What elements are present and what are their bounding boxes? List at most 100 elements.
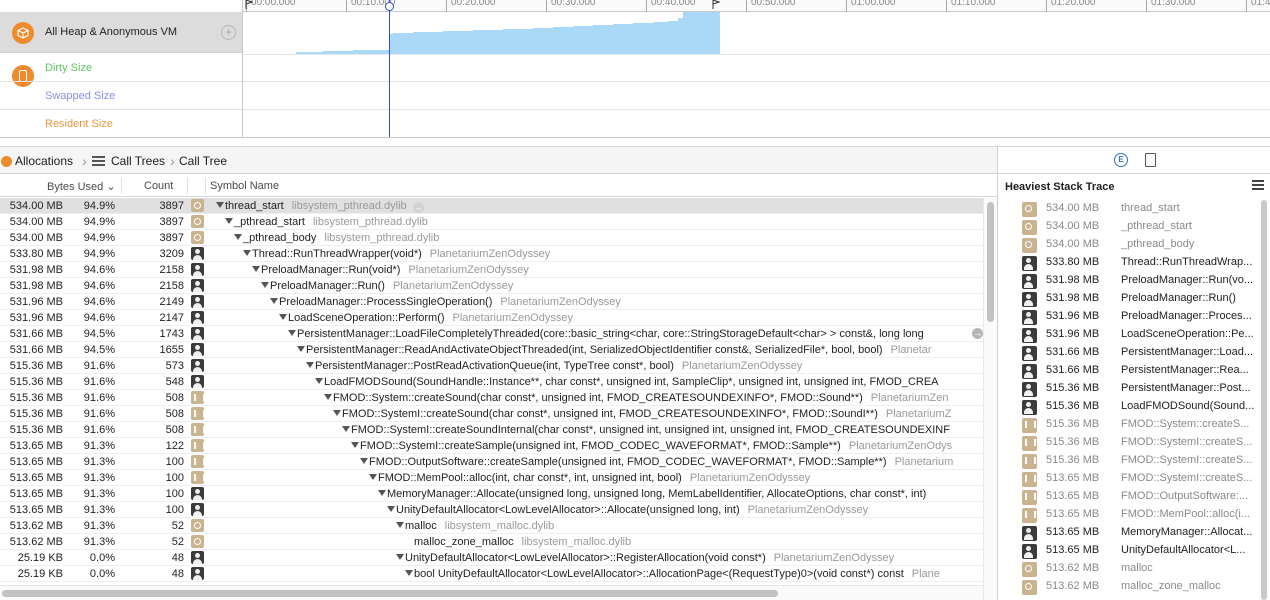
stack-frame[interactable]: 515.36 MB FMOD::SystemI::createS... — [998, 452, 1270, 470]
table-row[interactable]: 531.66 MB 94.5% 1655 PersistentManager::Rea… — [0, 342, 983, 358]
vm-tracker-icon — [12, 65, 34, 87]
percent-cell: 94.6% — [83, 312, 115, 324]
stack-options-icon[interactable] — [1252, 180, 1264, 192]
playhead[interactable] — [389, 0, 390, 147]
stack-frame[interactable]: 515.36 MB FMOD::SystemI::createS... — [998, 434, 1270, 452]
stack-frame[interactable]: 513.65 MB FMOD::MemPool::alloc(i... — [998, 506, 1270, 524]
table-row[interactable]: 513.65 MB 91.3% 100 MemoryManager::Allocate… — [0, 486, 983, 502]
disclosure-triangle-icon[interactable] — [315, 378, 323, 384]
disclosure-triangle-icon[interactable] — [252, 266, 260, 272]
disclosure-triangle-icon[interactable] — [297, 346, 305, 352]
disclosure-triangle-icon[interactable] — [279, 314, 287, 320]
stack-frame[interactable]: 513.62 MB malloc_zone_malloc — [998, 578, 1270, 596]
table-row[interactable]: 531.96 MB 94.6% 2147 LoadSceneOperation::Pe… — [0, 310, 983, 326]
stack-frame[interactable]: 534.00 MB _pthread_body — [998, 236, 1270, 254]
disclosure-triangle-icon[interactable] — [342, 426, 350, 432]
table-row[interactable]: 25.19 KB 0.0% 48 bool UnityDefaultAllocator… — [0, 566, 983, 582]
stack-frame[interactable]: 515.36 MB LoadFMODSound(Sound... — [998, 398, 1270, 416]
stack-frame[interactable]: 531.96 MB PreloadManager::Proces... — [998, 308, 1270, 326]
table-row[interactable]: 515.36 MB 91.6% 508 FMOD::System::createSou… — [0, 390, 983, 406]
stack-frame[interactable]: 531.66 MB PersistentManager::Rea... — [998, 362, 1270, 380]
disclosure-triangle-icon[interactable] — [225, 218, 233, 224]
timeline[interactable]: 00:00.000 00:10.000 00:20.000 00:30.000 00:4… — [243, 0, 1270, 147]
document-tab-icon[interactable] — [1145, 153, 1156, 167]
vertical-scrollbar[interactable] — [983, 198, 997, 600]
percent-cell: 91.3% — [83, 456, 115, 468]
stack-frame[interactable]: 513.65 MB FMOD::SystemI::createS... — [998, 470, 1270, 488]
disclosure-triangle-icon[interactable] — [369, 474, 377, 480]
library-name: PlanetariumZ — [885, 408, 952, 420]
system-library-icon — [1022, 562, 1037, 577]
table-row[interactable]: 515.36 MB 91.6% 573 PersistentManager::Post… — [0, 358, 983, 374]
table-row[interactable]: 513.62 MB 91.3% 52 malloc libsystem_malloc.d… — [0, 518, 983, 534]
disclosure-triangle-icon[interactable] — [396, 522, 404, 528]
library-name: PlanetariumZenOdyssey — [747, 504, 869, 516]
horizontal-scrollbar[interactable] — [0, 585, 983, 600]
focus-arrow-icon[interactable]: → — [412, 202, 424, 213]
table-row[interactable]: 25.19 KB 0.0% 48 UnityDefaultAllocator<LowL… — [0, 550, 983, 566]
stack-frame[interactable]: 531.98 MB PreloadManager::Run() — [998, 290, 1270, 308]
stack-frame[interactable]: 515.36 MB FMOD::System::createS... — [998, 416, 1270, 434]
stack-frame[interactable]: 531.96 MB LoadSceneOperation::Pe... — [998, 326, 1270, 344]
stack-frame[interactable]: 534.00 MB thread_start — [998, 200, 1270, 218]
stack-frame[interactable]: 531.66 MB PersistentManager::Load... — [998, 344, 1270, 362]
stack-frame-bytes: 513.65 MB — [1046, 490, 1100, 502]
stack-frame[interactable]: 531.98 MB PreloadManager::Run(vo... — [998, 272, 1270, 290]
disclosure-triangle-icon[interactable] — [396, 554, 404, 560]
stack-frame[interactable]: 533.80 MB Thread::RunThreadWrap... — [998, 254, 1270, 272]
track-row-heap[interactable]: All Heap & Anonymous VM + — [0, 12, 242, 53]
stack-frame-bytes: 534.00 MB — [1046, 220, 1100, 232]
table-row[interactable]: 515.36 MB 91.6% 548 LoadFMODSound(SoundHand… — [0, 374, 983, 390]
table-row[interactable]: 534.00 MB 94.9% 3897 thread_start libsystem_… — [0, 198, 983, 214]
jumpbar-call-trees[interactable]: Call Trees — [111, 154, 165, 168]
disclosure-triangle-icon[interactable] — [324, 394, 332, 400]
stack-frame[interactable]: 515.36 MB PersistentManager::Post... — [998, 380, 1270, 398]
disclosure-triangle-icon[interactable] — [270, 298, 278, 304]
jumpbar-allocations[interactable]: Allocations — [15, 154, 73, 168]
add-track-button[interactable]: + — [221, 25, 236, 40]
table-row[interactable]: 513.65 MB 91.3% 122 FMOD::SystemI::createSa… — [0, 438, 983, 454]
playhead-handle[interactable] — [385, 2, 394, 11]
stack-frame[interactable]: 513.65 MB FMOD::OutputSoftware:... — [998, 488, 1270, 506]
table-row[interactable]: 531.98 MB 94.6% 2158 PreloadManager::Run(vo… — [0, 262, 983, 278]
table-row[interactable]: 515.36 MB 91.6% 508 FMOD::SystemI::createSo… — [0, 422, 983, 438]
extended-detail-tab-icon[interactable]: E — [1114, 153, 1128, 167]
stack-frame-symbol: PreloadManager::Proces... — [1121, 310, 1252, 322]
stack-frame-bytes: 533.80 MB — [1046, 256, 1100, 268]
stack-frame[interactable]: 513.62 MB malloc — [998, 560, 1270, 578]
disclosure-triangle-icon[interactable] — [288, 330, 296, 336]
disclosure-triangle-icon[interactable] — [333, 410, 341, 416]
user-code-icon — [191, 327, 204, 340]
disclosure-triangle-icon[interactable] — [216, 202, 224, 208]
disclosure-triangle-icon[interactable] — [243, 250, 251, 256]
focus-arrow-icon[interactable]: → — [972, 328, 983, 339]
table-row[interactable]: 513.62 MB 91.3% 52 malloc_zone_malloc libsys… — [0, 534, 983, 550]
disclosure-triangle-icon[interactable] — [306, 362, 314, 368]
column-symbol-name[interactable]: Symbol Name — [210, 180, 279, 192]
table-row[interactable]: 513.65 MB 91.3% 100 FMOD::MemPool::alloc(in… — [0, 470, 983, 486]
column-count[interactable]: Count — [144, 180, 173, 192]
table-row[interactable]: 534.00 MB 94.9% 3897 _pthread_body libsystem… — [0, 230, 983, 246]
disclosure-triangle-icon[interactable] — [387, 506, 395, 512]
jumpbar-call-tree[interactable]: Call Tree — [179, 154, 227, 168]
stack-frame[interactable]: 534.00 MB _pthread_start — [998, 218, 1270, 236]
disclosure-triangle-icon[interactable] — [360, 458, 368, 464]
table-row[interactable]: 534.00 MB 94.9% 3897 _pthread_start libsyste… — [0, 214, 983, 230]
inspector-scrollbar[interactable] — [1258, 200, 1270, 600]
disclosure-triangle-icon[interactable] — [378, 490, 386, 496]
table-row[interactable]: 533.80 MB 94.9% 3209 Thread::RunThreadWrapp… — [0, 246, 983, 262]
table-row[interactable]: 531.96 MB 94.6% 2149 PreloadManager::Proces… — [0, 294, 983, 310]
disclosure-triangle-icon[interactable] — [351, 442, 359, 448]
table-row[interactable]: 513.65 MB 91.3% 100 UnityDefaultAllocator<L… — [0, 502, 983, 518]
table-row[interactable]: 515.36 MB 91.6% 508 FMOD::SystemI::createSo… — [0, 406, 983, 422]
disclosure-triangle-icon[interactable] — [234, 234, 242, 240]
table-row[interactable]: 531.98 MB 94.6% 2158 PreloadManager::Run() P… — [0, 278, 983, 294]
time-ruler[interactable]: 00:00.000 00:10.000 00:20.000 00:30.000 00:4… — [243, 0, 1270, 12]
table-row[interactable]: 531.66 MB 94.5% 1743 PersistentManager::Loa… — [0, 326, 983, 342]
column-bytes-used[interactable]: Bytes Used ⌄ — [47, 180, 116, 193]
disclosure-triangle-icon[interactable] — [405, 570, 413, 576]
table-row[interactable]: 513.65 MB 91.3% 100 FMOD::OutputSoftware::c… — [0, 454, 983, 470]
stack-frame[interactable]: 513.65 MB MemoryManager::Allocat... — [998, 524, 1270, 542]
stack-frame[interactable]: 513.65 MB UnityDefaultAllocator<L... — [998, 542, 1270, 560]
disclosure-triangle-icon[interactable] — [261, 282, 269, 288]
